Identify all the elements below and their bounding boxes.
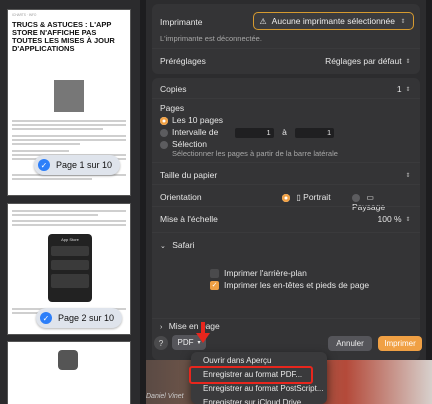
annotation-highlight-box	[189, 366, 313, 384]
pages-selection-option[interactable]: Sélection	[160, 139, 406, 149]
page-thumbnail-3[interactable]	[8, 342, 130, 404]
preview-article-title: TRUCS & ASTUCES : L'APP STORE N'AFFICHE …	[12, 20, 115, 53]
landscape-icon: ▭	[366, 193, 374, 202]
checkmark-icon: ✓	[40, 312, 52, 324]
chevron-up-down-icon: ⇕	[405, 59, 411, 66]
page-2-indicator: ✓ Page 2 sur 10	[36, 308, 123, 328]
radio-unselected-icon	[160, 128, 168, 137]
checkbox-checked-icon: ✓	[210, 281, 219, 291]
stepper-arrows-icon: ⇕	[405, 87, 411, 94]
range-from-field[interactable]: 1	[234, 127, 274, 138]
photo-caption: Daniel Vinet	[146, 393, 184, 400]
copies-stepper[interactable]: 1 ⇕	[166, 84, 412, 94]
preview-site-label: ICHARTS · INFO	[12, 13, 37, 17]
preview-body-text	[12, 208, 126, 228]
pages-range-option[interactable]: Intervalle de 1 à 1	[160, 127, 406, 138]
printer-status: L'imprimante est déconnectée.	[160, 34, 262, 43]
menu-item-save-postscript[interactable]: Enregistrer au format PostScript...	[191, 382, 327, 396]
chevron-right-icon: ›	[160, 324, 163, 331]
print-options-panel: Imprimante ⚠ Aucune imprimante sélection…	[146, 0, 426, 404]
portrait-icon: ▯	[296, 193, 301, 202]
preview-app-icon	[58, 350, 78, 370]
printer-section: Imprimante ⚠ Aucune imprimante sélection…	[152, 4, 420, 74]
stepper-arrows-icon: ⇕	[405, 217, 411, 224]
safari-disclosure[interactable]: ⌄ Safari	[160, 240, 406, 250]
scale-stepper[interactable]: 100 % ⇕	[166, 214, 412, 224]
page-thumbnail-1[interactable]: ICHARTS · INFO TRUCS & ASTUCES : L'APP S…	[8, 10, 130, 195]
radio-unselected-icon	[352, 193, 360, 202]
range-to-field[interactable]: 1	[295, 127, 335, 138]
chevron-up-down-icon: ⇕	[400, 18, 406, 25]
print-button[interactable]: Imprimer	[378, 336, 422, 351]
paper-size-select[interactable]: ⇕	[166, 170, 412, 180]
radio-selected-icon	[282, 193, 290, 202]
menu-item-save-icloud[interactable]: Enregistrer sur iCloud Drive	[191, 396, 327, 404]
pages-label: Pages	[160, 103, 185, 113]
print-background-option[interactable]: Imprimer l'arrière-plan	[210, 268, 406, 279]
radio-unselected-icon	[160, 140, 168, 149]
page-preview-sidebar[interactable]: ICHARTS · INFO TRUCS & ASTUCES : L'APP S…	[0, 0, 140, 404]
pages-all-option[interactable]: Les 10 pages	[160, 115, 406, 125]
presets-select[interactable]: Réglages par défaut ⇕	[166, 56, 412, 66]
checkbox-unchecked-icon	[210, 269, 219, 279]
selection-hint: Sélectionner les pages à partir de la ba…	[172, 149, 338, 158]
page-thumbnail-2[interactable]: App Store ✓ Page 2 sur 10	[8, 204, 130, 334]
settings-section: Copies 1 ⇕ Pages Les 10 pages Intervalle…	[152, 78, 420, 360]
checkmark-icon: ✓	[38, 159, 50, 171]
warning-icon: ⚠	[259, 16, 267, 26]
page-1-indicator: ✓ Page 1 sur 10	[34, 155, 121, 175]
annotation-arrow-icon	[196, 322, 210, 343]
help-button[interactable]: ?	[154, 336, 168, 350]
chevron-down-icon: ⌄	[160, 243, 166, 250]
radio-selected-icon	[160, 116, 168, 125]
cancel-button[interactable]: Annuler	[328, 336, 372, 351]
print-headers-footers-option[interactable]: ✓ Imprimer les en-têtes et pieds de page	[210, 280, 406, 291]
preview-author-photo	[54, 80, 84, 112]
printer-select[interactable]: ⚠ Aucune imprimante sélectionnée ⇕	[252, 12, 414, 30]
preview-phone-screenshot: App Store	[48, 234, 92, 302]
orientation-landscape-option[interactable]: ▭ Paysage	[352, 192, 406, 212]
chevron-up-down-icon: ⇕	[405, 173, 411, 180]
